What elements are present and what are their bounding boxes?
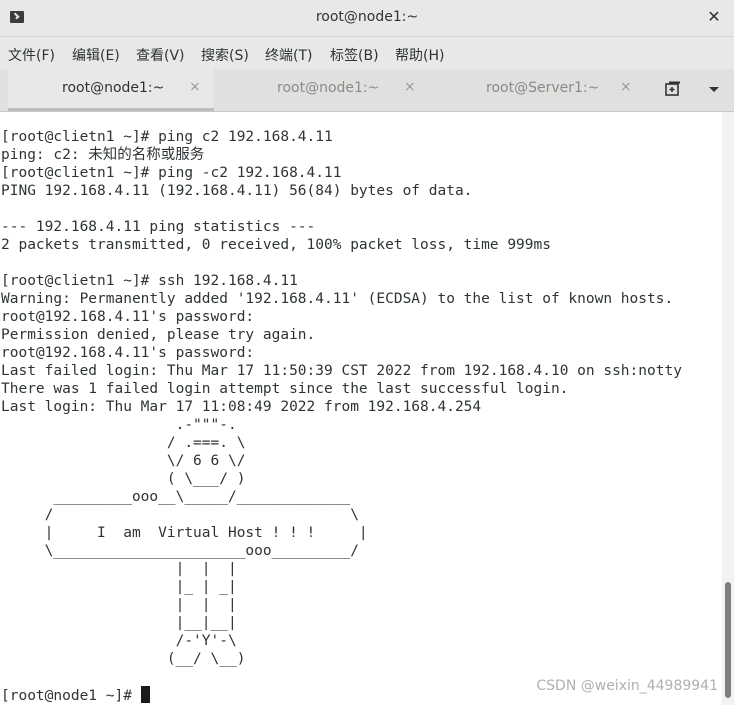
scrollbar-thumb[interactable] (725, 582, 731, 698)
menu-edit[interactable]: 编辑(E) (72, 45, 120, 65)
terminal-window: root@node1:~ ✕ 文件(F) 编辑(E) 查看(V) 搜索(S) 终… (0, 0, 734, 705)
tab-close-icon[interactable]: × (404, 79, 416, 95)
menu-view[interactable]: 查看(V) (136, 45, 185, 65)
terminal-output: [root@clietn1 ~]# ping c2 192.168.4.11 p… (1, 129, 682, 667)
menu-file[interactable]: 文件(F) (8, 45, 55, 65)
watermark: CSDN @weixin_44989941 (536, 678, 718, 694)
terminal-prompt: [root@node1 ~]# (1, 688, 141, 704)
terminal-area[interactable]: [root@clietn1 ~]# ping c2 192.168.4.11 p… (0, 112, 722, 705)
tab-node1-active[interactable]: root@node1:~ × (8, 69, 214, 111)
terminal-prompt-line[interactable]: [root@node1 ~]# (1, 686, 150, 705)
tab-close-icon[interactable]: × (620, 79, 632, 95)
tab-server1[interactable]: root@Server1:~ × (430, 69, 644, 111)
tab-label: root@node1:~ (62, 80, 165, 96)
tab-label: root@Server1:~ (486, 80, 600, 96)
chevron-down-icon[interactable] (706, 82, 722, 98)
title-bar: root@node1:~ ✕ (0, 0, 734, 37)
new-tab-icon[interactable] (664, 80, 682, 98)
tab-bar: root@node1:~ × root@node1:~ × root@Serve… (0, 69, 734, 112)
close-window-button[interactable]: ✕ (704, 7, 724, 27)
menu-tabs[interactable]: 标签(B) (330, 45, 379, 65)
menu-bar: 文件(F) 编辑(E) 查看(V) 搜索(S) 终端(T) 标签(B) 帮助(H… (0, 37, 734, 69)
menu-terminal[interactable]: 终端(T) (265, 45, 312, 65)
vertical-scrollbar[interactable] (722, 112, 734, 705)
window-title: root@node1:~ (315, 9, 419, 25)
menu-search[interactable]: 搜索(S) (201, 45, 249, 65)
tab-label: root@node1:~ (277, 80, 380, 96)
tab-node1[interactable]: root@node1:~ × (214, 69, 430, 111)
text-cursor (140, 686, 150, 703)
menu-help[interactable]: 帮助(H) (395, 45, 444, 65)
tab-close-icon[interactable]: × (189, 79, 201, 95)
